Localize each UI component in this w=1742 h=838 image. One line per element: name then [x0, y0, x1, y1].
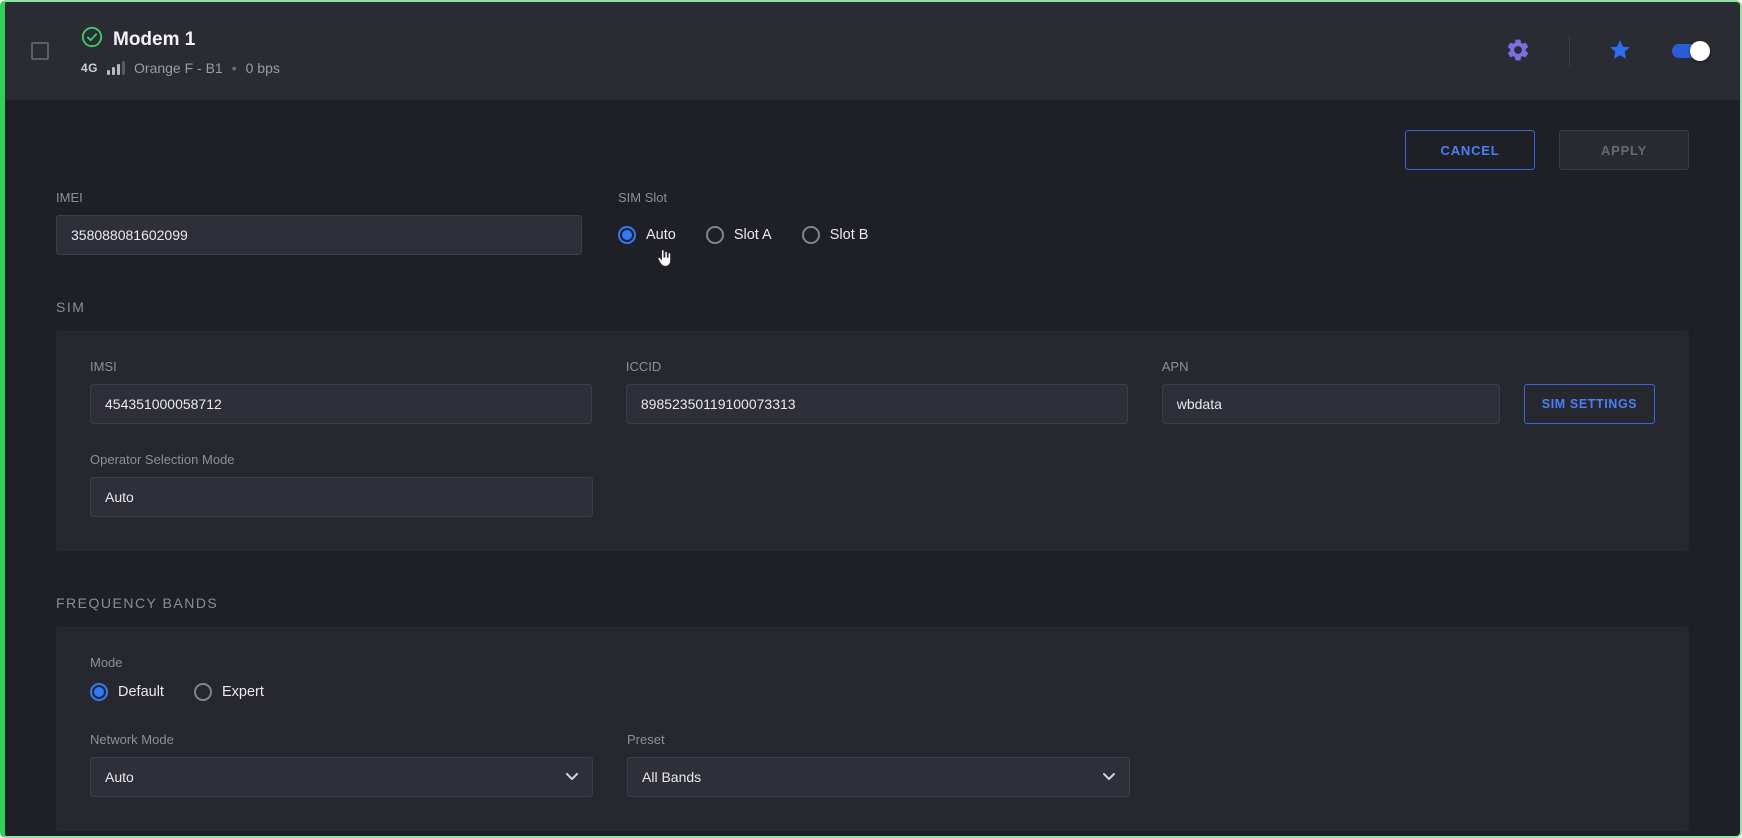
- form-actions: CANCEL APPLY: [56, 130, 1689, 170]
- radio-selected-icon: [618, 226, 636, 244]
- operator-selection-input[interactable]: [90, 477, 593, 517]
- favorite-button[interactable]: [1604, 34, 1636, 69]
- select-modem-checkbox[interactable]: [31, 42, 49, 60]
- operator-selection-label: Operator Selection Mode: [90, 452, 593, 467]
- network-type-label: 4G: [81, 61, 98, 75]
- throughput-label: 0 bps: [246, 60, 280, 76]
- radio-icon: [706, 226, 724, 244]
- preset-select[interactable]: All Bands: [627, 757, 1130, 797]
- iccid-input[interactable]: [626, 384, 1128, 424]
- header-divider: [1569, 36, 1570, 66]
- sim-slot-option-slot-b[interactable]: Slot B: [802, 226, 869, 244]
- toggle-knob: [1690, 41, 1710, 61]
- sim-settings-button[interactable]: SIM SETTINGS: [1524, 384, 1655, 424]
- frequency-bands-panel: Mode Default Expert Network Mode: [56, 627, 1689, 831]
- modem-settings-content: CANCEL APPLY IMEI SIM Slot Auto Slot A: [5, 100, 1740, 831]
- mode-option-default[interactable]: Default: [90, 683, 164, 701]
- imsi-input[interactable]: [90, 384, 592, 424]
- apply-button[interactable]: APPLY: [1559, 130, 1689, 170]
- mode-options: Default Expert: [90, 680, 1655, 704]
- sim-panel: IMSI ICCID APN SIM SETTINGS Operator Sel…: [56, 331, 1689, 551]
- mode-group: Mode Default Expert: [90, 655, 1655, 704]
- mode-label: Mode: [90, 655, 1655, 670]
- modem-enable-toggle[interactable]: [1670, 41, 1710, 61]
- network-mode-field: Network Mode Auto: [90, 732, 593, 797]
- radio-selected-icon: [90, 683, 108, 701]
- sim-slot-label: SIM Slot: [618, 190, 868, 205]
- mode-option-expert[interactable]: Expert: [194, 683, 264, 701]
- operator-selection-field: Operator Selection Mode: [90, 452, 593, 517]
- preset-field: Preset All Bands: [627, 732, 1130, 797]
- iccid-label: ICCID: [626, 359, 1128, 374]
- network-mode-select[interactable]: Auto: [90, 757, 593, 797]
- apn-field: APN: [1162, 359, 1500, 424]
- apn-input[interactable]: [1162, 384, 1500, 424]
- preset-label: Preset: [627, 732, 1130, 747]
- modem-header: Modem 1 4G Orange F - B1 • 0 bps: [5, 2, 1740, 100]
- sim-slot-group: SIM Slot Auto Slot A Slot B: [618, 190, 868, 255]
- radio-icon: [194, 683, 212, 701]
- imei-input[interactable]: [56, 215, 582, 255]
- chevron-down-icon: [566, 768, 578, 786]
- imei-field: IMEI: [56, 190, 582, 255]
- frequency-selects-row: Network Mode Auto Preset All Bands: [90, 732, 1655, 797]
- gear-icon: [1505, 37, 1531, 66]
- modem-config-page: Modem 1 4G Orange F - B1 • 0 bps: [0, 0, 1742, 838]
- carrier-label: Orange F - B1: [134, 60, 223, 76]
- sim-slot-option-slot-a[interactable]: Slot A: [706, 226, 772, 244]
- modem-title: Modem 1: [113, 29, 195, 51]
- header-actions: [1501, 33, 1710, 70]
- imei-simslot-row: IMEI SIM Slot Auto Slot A Slot: [56, 190, 1689, 255]
- sim-slot-option-label: Slot A: [734, 227, 772, 243]
- apn-label: APN: [1162, 359, 1500, 374]
- chevron-down-icon: [1103, 768, 1115, 786]
- iccid-field: ICCID: [626, 359, 1128, 424]
- mode-option-label: Expert: [222, 684, 264, 700]
- modem-identity: Modem 1 4G Orange F - B1 • 0 bps: [81, 26, 280, 76]
- status-ok-icon: [81, 26, 103, 53]
- sim-slot-option-label: Auto: [646, 227, 676, 243]
- imsi-label: IMSI: [90, 359, 592, 374]
- star-icon: [1608, 38, 1632, 65]
- radio-icon: [802, 226, 820, 244]
- sim-panel-row-1: IMSI ICCID APN SIM SETTINGS: [90, 359, 1655, 424]
- frequency-bands-section-title: FREQUENCY BANDS: [56, 595, 1689, 611]
- sim-slot-option-auto[interactable]: Auto: [618, 226, 676, 244]
- cursor-icon: [654, 248, 674, 273]
- imei-label: IMEI: [56, 190, 582, 205]
- cancel-button[interactable]: CANCEL: [1405, 130, 1535, 170]
- signal-strength-icon: [107, 61, 125, 75]
- imsi-field: IMSI: [90, 359, 592, 424]
- sim-settings-col: SIM SETTINGS: [1524, 384, 1655, 424]
- network-mode-label: Network Mode: [90, 732, 593, 747]
- separator-dot: •: [232, 60, 237, 76]
- settings-button[interactable]: [1501, 33, 1535, 70]
- network-mode-value: Auto: [105, 769, 134, 785]
- sim-slot-option-label: Slot B: [830, 227, 869, 243]
- sim-section-title: SIM: [56, 299, 1689, 315]
- mode-option-label: Default: [118, 684, 164, 700]
- preset-value: All Bands: [642, 769, 701, 785]
